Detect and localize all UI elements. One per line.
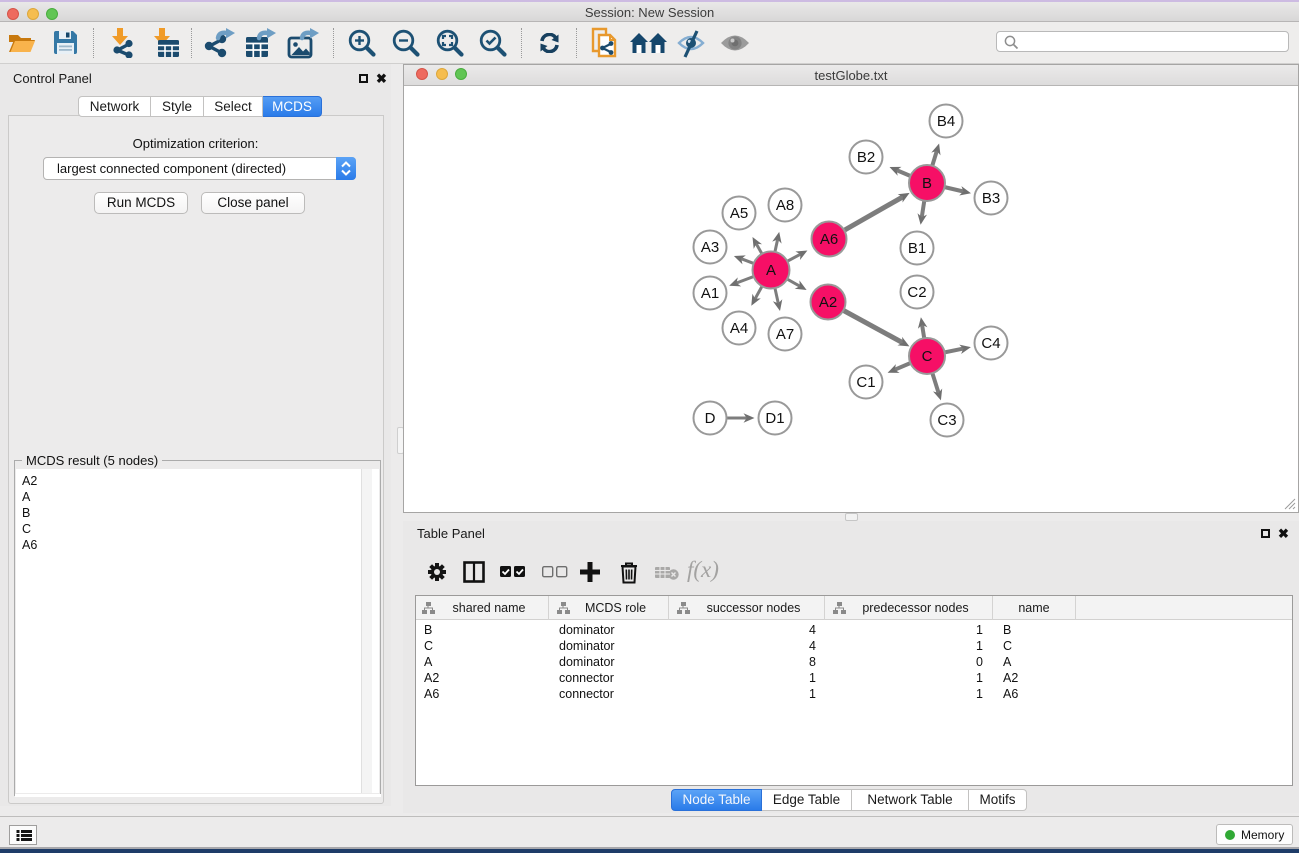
svg-text:C1: C1 [856,374,875,391]
svg-text:A2: A2 [819,294,837,311]
svg-text:A6: A6 [820,231,838,248]
svg-text:C3: C3 [937,412,956,429]
svg-text:C: C [922,348,933,365]
svg-text:A: A [766,262,776,279]
svg-text:C2: C2 [907,284,926,301]
svg-text:A4: A4 [730,320,748,337]
svg-text:D1: D1 [765,410,784,427]
svg-text:A5: A5 [730,205,748,222]
svg-text:A1: A1 [701,285,719,302]
svg-text:A3: A3 [701,239,719,256]
svg-text:B1: B1 [908,240,926,257]
svg-text:A8: A8 [776,197,794,214]
svg-text:B2: B2 [857,149,875,166]
svg-text:C4: C4 [981,335,1000,352]
svg-text:B3: B3 [982,190,1000,207]
svg-text:B: B [922,175,932,192]
svg-text:B4: B4 [937,113,955,130]
svg-text:A7: A7 [776,326,794,343]
svg-text:D: D [705,410,716,427]
